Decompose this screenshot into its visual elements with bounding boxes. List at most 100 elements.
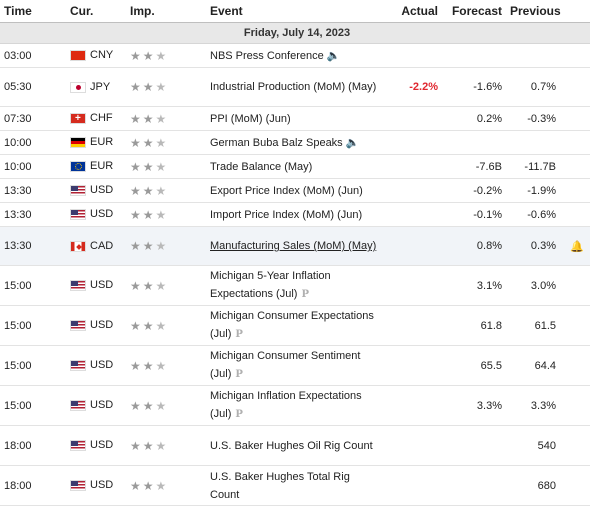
event-currency: USD xyxy=(66,385,126,426)
event-link[interactable]: Export Price Index (MoM) (Jun) xyxy=(210,185,363,197)
importance-star-icon: ★ xyxy=(142,159,156,174)
event-time: 03:00 xyxy=(0,43,66,68)
event-time: 13:30 xyxy=(0,226,66,266)
event-row[interactable]: 10:00 EUR ★★★ Trade Balance (May) -7.6B -11.7… xyxy=(0,154,590,179)
event-row[interactable]: 13:30 USD ★★★ Import Price Index (MoM) (Jun… xyxy=(0,202,590,227)
event-forecast: -0.1% xyxy=(444,202,506,227)
event-row[interactable]: 15:00 USD ★★★ Michigan 5-Year Inflation Exp… xyxy=(0,265,590,306)
event-link[interactable]: Manufacturing Sales (MoM) (May) xyxy=(210,240,376,252)
event-currency: JPY xyxy=(66,67,126,107)
event-time: 18:00 xyxy=(0,465,66,506)
event-row[interactable]: 07:30CHF★★★PPI (MoM) (Jun)0.2%-0.3% xyxy=(0,106,590,131)
event-link[interactable]: Industrial Production (MoM) (May) xyxy=(210,81,376,93)
event-actual xyxy=(380,265,444,306)
event-currency: USD xyxy=(66,305,126,346)
country-flag-icon xyxy=(70,240,86,252)
col-currency[interactable]: Cur. xyxy=(66,0,126,23)
event-actual xyxy=(380,385,444,426)
event-importance: ★★★ xyxy=(126,465,206,506)
col-importance[interactable]: Imp. xyxy=(126,0,206,23)
event-actual xyxy=(380,226,444,266)
event-time: 10:00 xyxy=(0,154,66,179)
event-time: 15:00 xyxy=(0,385,66,426)
event-name[interactable]: Trade Balance (May) xyxy=(206,154,380,179)
event-row[interactable]: 03:00 CNY ★★★ NBS Press Conference 🔈 xyxy=(0,43,590,68)
event-row[interactable]: 18:00 USD ★★★ U.S. Baker Hughes Total Rig C… xyxy=(0,465,590,506)
event-link[interactable]: Trade Balance (May) xyxy=(210,161,312,173)
country-flag-icon xyxy=(70,440,86,452)
country-flag-icon xyxy=(70,480,86,492)
event-previous xyxy=(506,130,590,155)
event-row[interactable]: 13:30 USD ★★★ Export Price Index (MoM) (Jun… xyxy=(0,178,590,203)
event-previous: 3.3% xyxy=(506,385,590,426)
event-link[interactable]: U.S. Baker Hughes Total Rig Count xyxy=(210,471,350,501)
event-name[interactable]: Michigan Inflation Expectations (Jul) P xyxy=(206,385,380,426)
col-previous[interactable]: Previous xyxy=(506,0,590,23)
importance-star-icon: ★ xyxy=(142,48,156,63)
event-name[interactable]: NBS Press Conference 🔈 xyxy=(206,43,380,68)
importance-star-icon: ★ xyxy=(142,135,156,150)
event-currency: USD xyxy=(66,425,126,466)
event-forecast xyxy=(444,425,506,466)
event-link[interactable]: Michigan Inflation Expectations (Jul) xyxy=(210,390,362,420)
col-forecast[interactable]: Forecast xyxy=(444,0,506,23)
event-previous: -11.7B xyxy=(506,154,590,179)
currency-code: USD xyxy=(90,359,114,372)
currency-code: USD xyxy=(90,479,114,492)
event-previous: 3.0% xyxy=(506,265,590,306)
event-link[interactable]: Import Price Index (MoM) (Jun) xyxy=(210,209,362,221)
col-actual[interactable]: Actual xyxy=(380,0,444,23)
event-currency: CNY xyxy=(66,43,126,68)
importance-star-icon: ★ xyxy=(130,80,143,94)
event-link[interactable]: NBS Press Conference xyxy=(210,50,324,62)
event-currency: EUR xyxy=(66,130,126,155)
event-importance: ★★★ xyxy=(126,178,206,203)
event-name[interactable]: Export Price Index (MoM) (Jun) xyxy=(206,178,380,203)
event-name[interactable]: Michigan Consumer Sentiment (Jul) P xyxy=(206,345,380,386)
event-row[interactable]: 10:00 EUR ★★★ German Buba Balz Speaks 🔈 xyxy=(0,130,590,155)
importance-star-icon: ★ xyxy=(130,318,143,333)
country-flag-icon xyxy=(70,360,86,372)
preliminary-p-icon: P xyxy=(235,329,243,340)
country-flag-icon xyxy=(70,280,86,292)
date-label: Friday, July 14, 2023 xyxy=(0,22,590,44)
event-importance: ★★★ xyxy=(126,385,206,426)
event-link[interactable]: PPI (MoM) (Jun) xyxy=(210,113,291,125)
event-name[interactable]: Michigan Consumer Expectations (Jul) P xyxy=(206,305,380,346)
event-name[interactable]: Manufacturing Sales (MoM) (May) xyxy=(206,226,380,266)
event-row[interactable]: 13:30 CAD ★★★ Manufacturing Sales (MoM) (Ma… xyxy=(0,226,590,266)
event-name[interactable]: Industrial Production (MoM) (May) xyxy=(206,67,380,107)
event-row[interactable]: 15:00 USD ★★★ Michigan Consumer Sentiment (… xyxy=(0,345,590,386)
event-name[interactable]: PPI (MoM) (Jun) xyxy=(206,106,380,131)
country-flag-icon xyxy=(70,113,86,125)
event-link[interactable]: German Buba Balz Speaks xyxy=(210,137,343,149)
event-row[interactable]: 15:00 USD ★★★ Michigan Consumer Expectation… xyxy=(0,305,590,346)
col-event[interactable]: Event xyxy=(206,0,380,23)
event-row[interactable]: 05:30 JPY ★★★ Industrial Production (MoM) (… xyxy=(0,67,590,107)
event-row[interactable]: 15:00 USD ★★★ Michigan Inflation Expectatio… xyxy=(0,385,590,426)
event-name[interactable]: German Buba Balz Speaks 🔈 xyxy=(206,130,380,155)
importance-star-icon: ★ xyxy=(142,111,156,126)
event-importance: ★★★ xyxy=(126,265,206,306)
event-link[interactable]: Michigan Consumer Sentiment (Jul) xyxy=(210,350,360,380)
event-time: 05:30 xyxy=(0,67,66,107)
country-flag-icon xyxy=(70,320,86,332)
col-time[interactable]: Time xyxy=(0,0,66,23)
event-name[interactable]: Michigan 5-Year Inflation Expectations (… xyxy=(206,265,380,306)
country-flag-icon xyxy=(70,161,86,173)
event-name[interactable]: Import Price Index (MoM) (Jun) xyxy=(206,202,380,227)
event-name[interactable]: U.S. Baker Hughes Total Rig Count xyxy=(206,465,380,506)
importance-star-icon: ★ xyxy=(142,278,156,293)
alert-bell-icon[interactable]: 🔔 xyxy=(570,240,584,253)
currency-code: CAD xyxy=(90,240,114,253)
currency-code: CHF xyxy=(90,112,113,125)
event-link[interactable]: U.S. Baker Hughes Oil Rig Count xyxy=(210,440,373,452)
event-row[interactable]: 18:00 USD ★★★ U.S. Baker Hughes Oil Rig Cou… xyxy=(0,425,590,466)
importance-star-icon: ★ xyxy=(155,358,169,373)
event-forecast: 0.8% xyxy=(444,226,506,266)
event-link[interactable]: Michigan 5-Year Inflation Expectations (… xyxy=(210,270,331,300)
importance-star-icon: ★ xyxy=(130,478,143,493)
header-row: Time Cur. Imp. Event Actual Forecast Pre… xyxy=(0,0,590,23)
event-forecast: -0.2% xyxy=(444,178,506,203)
event-name[interactable]: U.S. Baker Hughes Oil Rig Count xyxy=(206,425,380,466)
